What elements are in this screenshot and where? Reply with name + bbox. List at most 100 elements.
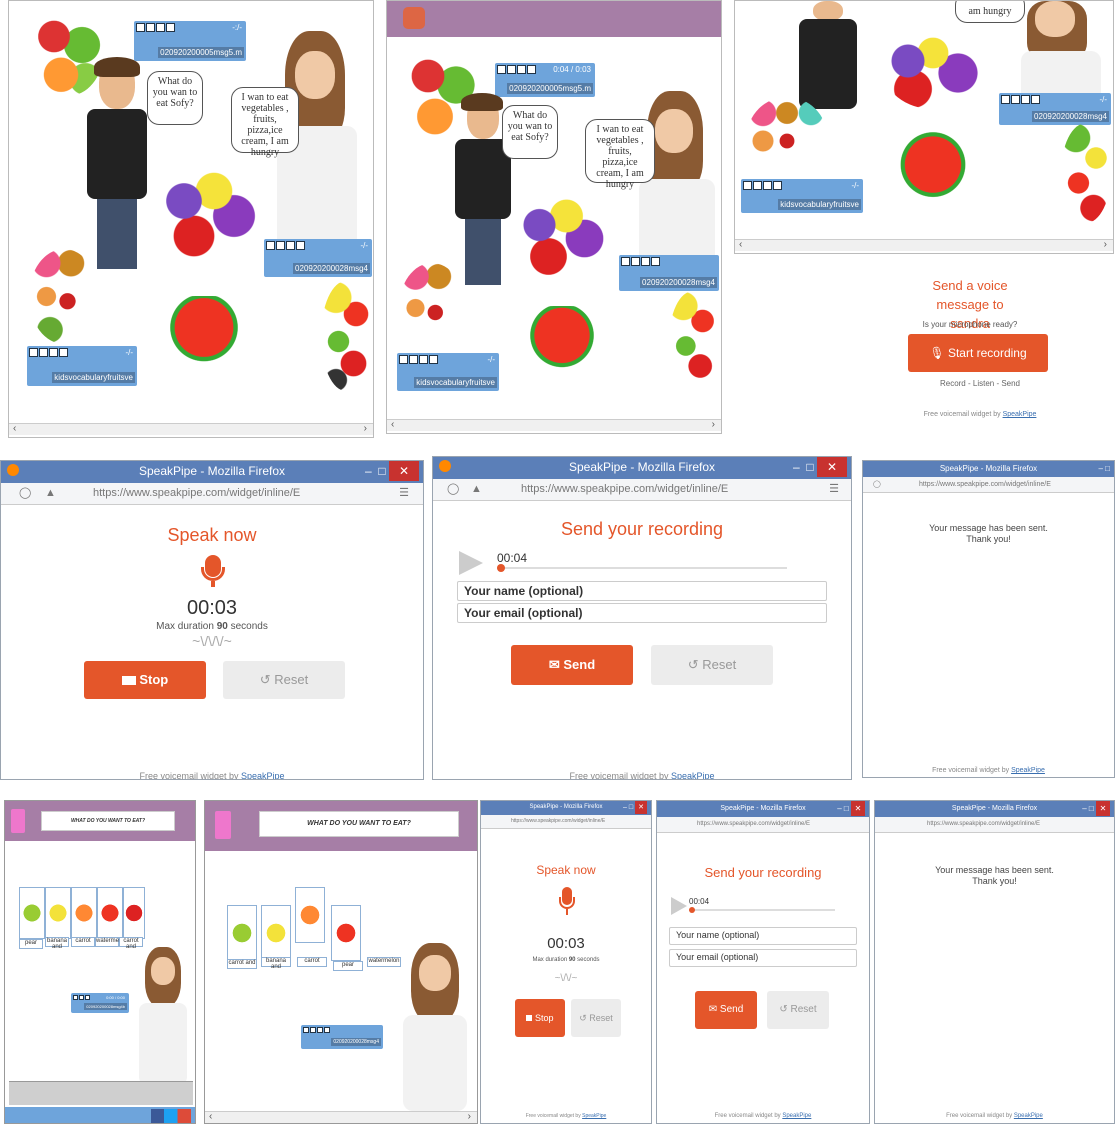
word-chip-1[interactable]: carrot and [227,959,257,969]
audio-player-left[interactable]: -/- kidsvocabularyfruitsve [397,353,499,391]
fruit-card-watermelon[interactable] [331,905,361,961]
close-icon[interactable]: ✕ [635,801,647,814]
word-chip-5[interactable]: carrot and [119,937,143,950]
window-controls[interactable]: – □ ✕ [623,801,647,814]
progress-knob[interactable] [689,907,695,913]
name-field[interactable]: Your name (optional) [669,927,857,945]
url-text[interactable]: https://www.speakpipe.com/widget/inline/… [521,479,728,499]
close-icon[interactable]: ✕ [851,801,865,816]
audio-player-top[interactable]: 0:04 / 0:03 020920200005msg5.m [495,63,595,97]
fruit-card-banana[interactable] [261,905,291,961]
address-bar[interactable]: https://www.speakpipe.com/widget/inline/… [481,815,651,829]
answer-slots[interactable] [9,1081,193,1105]
window-controls[interactable]: – □ ✕ [1082,801,1110,816]
word-chip-3[interactable]: carrot [297,957,327,967]
audio-player[interactable]: 0:00 / 0:00 020920200028msg4b [71,993,129,1013]
audio-player-right[interactable]: -/- 020920200028msg4 [999,93,1111,125]
send-button[interactable]: ✉ Send [511,645,633,685]
progress-knob[interactable] [497,564,505,572]
player-controls[interactable] [743,181,861,190]
url-text[interactable]: https://www.speakpipe.com/widget/inline/… [919,477,1051,492]
word-chip-2[interactable]: banana and [45,937,69,950]
minimize-icon[interactable]: – [1098,464,1102,473]
address-bar[interactable]: https://www.speakpipe.com/widget/inline/… [657,817,869,833]
audio-player-right[interactable]: -/- 020920200028msg4 [264,239,372,277]
audio-player-left[interactable]: -/- kidsvocabularyfruitsve [27,346,137,386]
address-bar[interactable]: ◯ ▲ https://www.speakpipe.com/widget/inl… [433,479,851,501]
speakpipe-link[interactable]: SpeakPipe [241,771,285,779]
maximize-icon[interactable]: □ [1105,464,1110,473]
menu-icon[interactable]: ☰ [829,479,839,499]
player-controls[interactable] [136,23,244,32]
window-controls[interactable]: – □ ✕ [837,801,865,816]
maximize-icon[interactable]: □ [844,804,849,813]
menu-icon[interactable]: ☰ [399,483,409,503]
word-chip-5[interactable]: watermelon [367,957,401,967]
close-icon[interactable]: ✕ [1096,801,1110,816]
reset-button[interactable]: ↺ Reset [571,999,621,1037]
horizontal-scrollbar[interactable]: ‹ › [735,239,1113,251]
close-icon[interactable]: ✕ [389,461,419,481]
word-chip-4[interactable]: pear [333,961,363,971]
stop-button[interactable]: Stop [515,999,565,1037]
url-text[interactable]: https://www.speakpipe.com/widget/inline/… [93,483,300,503]
send-button[interactable]: ✉ Send [695,991,757,1029]
player-controls[interactable] [399,355,497,364]
audio-player-top[interactable]: -:/- 020920200005msg5.m [134,21,246,61]
fruit-card-strawberry[interactable] [123,887,145,939]
minimize-icon[interactable]: – [793,460,800,474]
url-text[interactable]: https://www.speakpipe.com/widget/inline/… [697,817,810,832]
fruit-card-watermelon[interactable] [97,887,123,939]
window-controls[interactable]: – □ ✕ [365,461,419,481]
address-bar[interactable]: ◯ https://www.speakpipe.com/widget/inlin… [863,477,1114,493]
fruit-card-pear[interactable] [19,887,45,939]
maximize-icon[interactable]: □ [378,464,385,478]
playback-progress[interactable] [689,907,835,913]
speakpipe-link[interactable]: SpeakPipe [582,1113,606,1119]
maximize-icon[interactable]: □ [1089,804,1094,813]
fruit-card-carrot[interactable] [71,887,97,939]
audio-player-left[interactable]: -/- kidsvocabularyfruitsve [741,179,863,213]
speakpipe-link[interactable]: SpeakPipe [1003,411,1037,418]
url-text[interactable]: https://www.speakpipe.com/widget/inline/… [927,817,1040,832]
audio-player[interactable]: 020920200028msg4 [301,1025,383,1049]
stop-button[interactable]: Stop [84,661,206,699]
horizontal-scrollbar[interactable]: ‹ › [387,419,721,431]
speakpipe-link[interactable]: SpeakPipe [1011,767,1045,774]
play-icon[interactable] [459,551,483,575]
maximize-icon[interactable]: □ [629,804,633,811]
email-field[interactable]: Your email (optional) [457,603,827,623]
reset-button[interactable]: ↺ Reset [767,991,829,1029]
close-icon[interactable]: ✕ [817,457,847,477]
reset-button[interactable]: ↺ Reset [223,661,345,699]
start-recording-button[interactable]: 🎙 Start recording [908,334,1048,372]
word-chip-3[interactable]: carrot [71,937,95,947]
reset-button[interactable]: ↺ Reset [651,645,773,685]
player-controls[interactable] [621,257,717,266]
audio-player-right[interactable]: 020920200028msg4 [619,255,719,291]
minimize-icon[interactable]: – [837,804,841,813]
horizontal-scrollbar[interactable]: ‹ › [9,423,373,435]
fruit-card-pear[interactable] [227,905,257,961]
window-controls[interactable]: – □ [1098,461,1110,476]
horizontal-scrollbar[interactable]: ‹ › [205,1111,477,1123]
word-chip-2[interactable]: banana and [261,957,291,970]
player-controls[interactable] [266,241,370,250]
name-field[interactable]: Your name (optional) [457,581,827,601]
minimize-icon[interactable]: – [623,804,627,811]
fruit-card-carrot[interactable] [295,887,325,943]
minimize-icon[interactable]: – [1082,804,1086,813]
speakpipe-link[interactable]: SpeakPipe [782,1113,811,1119]
word-chip-4[interactable]: watermelon [95,937,127,947]
address-bar[interactable]: https://www.speakpipe.com/widget/inline/… [875,817,1114,833]
play-icon[interactable] [671,897,687,915]
address-bar[interactable]: ◯ ▲ https://www.speakpipe.com/widget/inl… [1,483,423,505]
speakpipe-link[interactable]: SpeakPipe [671,771,715,779]
player-controls[interactable] [29,348,135,357]
fruit-card-banana[interactable] [45,887,71,939]
minimize-icon[interactable]: – [365,464,372,478]
player-controls[interactable] [1001,95,1109,104]
speakpipe-link[interactable]: SpeakPipe [1014,1113,1043,1119]
player-controls[interactable] [303,1027,381,1033]
url-text[interactable]: https://www.speakpipe.com/widget/inline/… [511,815,605,828]
